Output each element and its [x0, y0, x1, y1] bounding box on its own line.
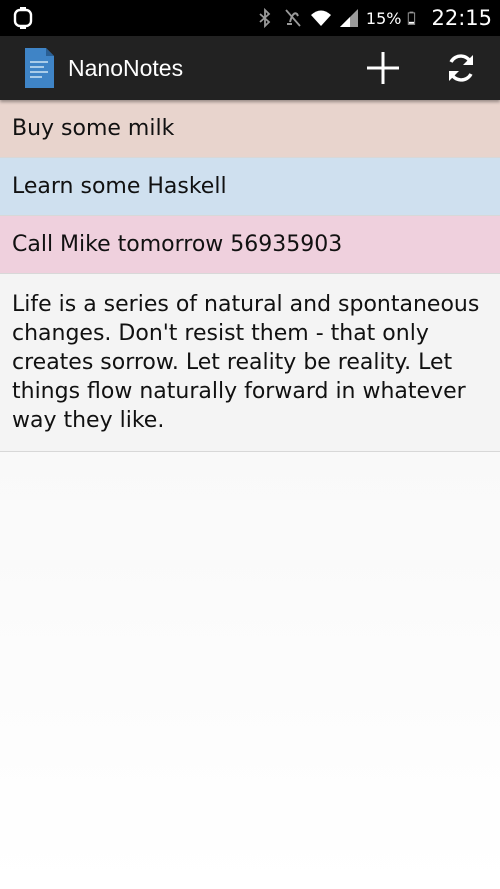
add-note-button[interactable] [359, 44, 407, 92]
app-title: NanoNotes [68, 55, 184, 81]
note-item[interactable]: Call Mike tomorrow 56935903 [0, 216, 500, 274]
notification-icon [13, 7, 33, 29]
battery-percent: 15% [365, 8, 402, 28]
bluetooth-icon [259, 7, 271, 29]
refresh-button[interactable] [437, 44, 485, 92]
battery-icon [408, 11, 416, 25]
signal-icon [339, 9, 358, 27]
note-item[interactable]: Buy some milk [0, 100, 500, 158]
note-document-icon[interactable] [22, 46, 56, 90]
status-bar: 15% 22:15 [0, 0, 500, 36]
notes-list[interactable]: Buy some milk Learn some Haskell Call Mi… [0, 100, 500, 889]
action-bar: NanoNotes [0, 36, 500, 100]
note-item[interactable]: Learn some Haskell [0, 158, 500, 216]
vibrate-off-icon [285, 9, 301, 27]
plus-icon [367, 52, 399, 84]
status-icons: 15% 22:15 [254, 0, 492, 36]
clock: 22:15 [431, 6, 492, 30]
note-item[interactable]: Life is a series of natural and spontane… [0, 274, 500, 452]
refresh-icon [449, 54, 473, 82]
wifi-icon [310, 10, 331, 26]
